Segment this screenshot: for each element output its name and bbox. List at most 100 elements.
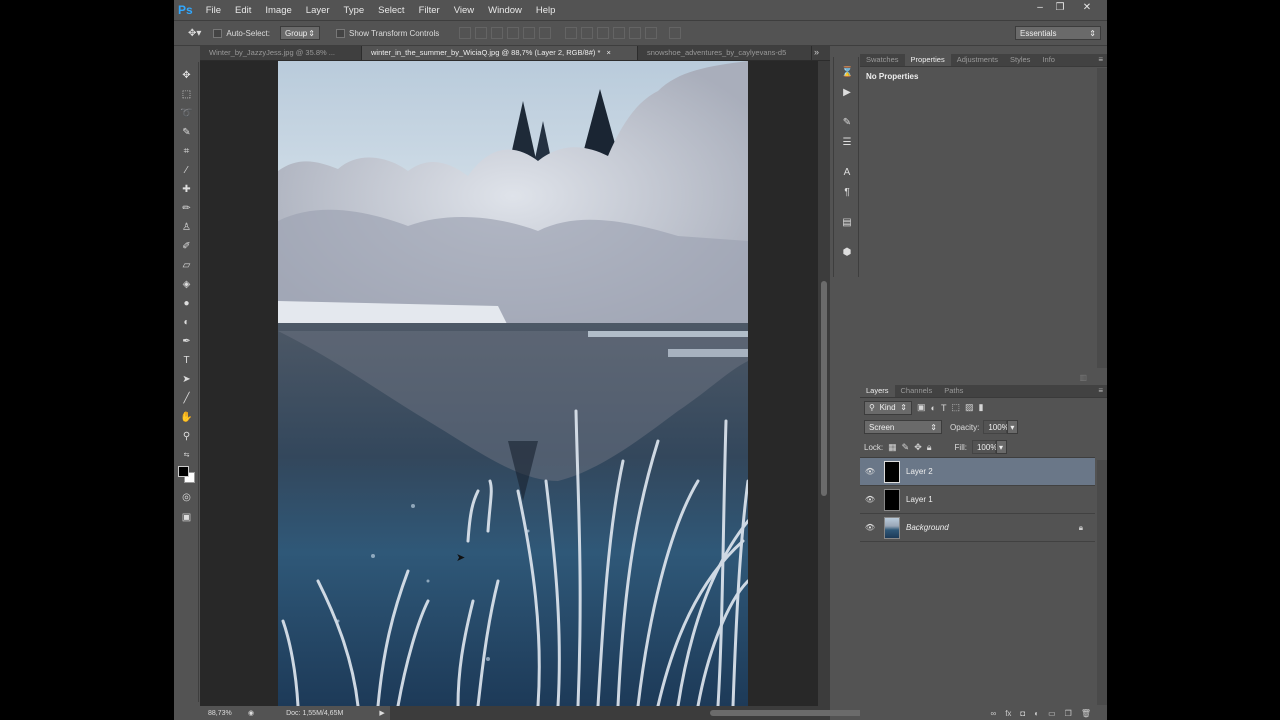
- panel-scrollbar[interactable]: [1097, 68, 1107, 368]
- document-workspace[interactable]: ➤: [200, 61, 830, 706]
- layer-name[interactable]: Background: [906, 523, 949, 532]
- menu-edit[interactable]: Edit: [228, 5, 258, 16]
- distribute-bottom-icon[interactable]: [597, 27, 610, 39]
- menu-image[interactable]: Image: [258, 5, 298, 16]
- clone-stamp-tool-icon[interactable]: ♙: [179, 220, 194, 235]
- paint-bucket-tool-icon[interactable]: ◈: [179, 277, 194, 292]
- menu-view[interactable]: View: [447, 5, 481, 16]
- tab-snowshoe-adventures[interactable]: snowshoe_adventures_by_caylyevans-d5: [638, 46, 812, 60]
- layer-row-layer-1[interactable]: 👁︎ Layer 1: [860, 486, 1095, 514]
- history-brush-tool-icon[interactable]: ✐: [179, 239, 194, 254]
- tab-properties[interactable]: Properties: [904, 53, 951, 66]
- tab-winter-in-the-summer[interactable]: winter_in_the_summer_by_WiciaQ.jpg @ 88,…: [362, 46, 638, 60]
- distribute-hcenter-icon[interactable]: [629, 27, 642, 39]
- auto-align-icon[interactable]: [669, 27, 682, 39]
- screen-mode-icon[interactable]: ▣: [179, 510, 194, 525]
- pen-tool-icon[interactable]: ✒: [179, 334, 194, 349]
- align-bottom-icon[interactable]: [491, 27, 504, 39]
- distribute-right-icon[interactable]: [645, 27, 658, 39]
- tab-overflow-icon[interactable]: »: [812, 46, 819, 60]
- tab-close-icon[interactable]: ×: [606, 48, 610, 57]
- move-tool-icon[interactable]: ✥: [179, 68, 194, 83]
- canvas-image[interactable]: [278, 61, 748, 706]
- minimize-button[interactable]: –: [1031, 2, 1049, 13]
- distribute-top-icon[interactable]: [565, 27, 578, 39]
- filter-smart-object-icon[interactable]: ▨: [965, 402, 974, 413]
- visibility-eye-icon[interactable]: 👁︎: [860, 523, 880, 532]
- new-layer-icon[interactable]: ❐: [1065, 709, 1072, 718]
- foreground-color-swatch[interactable]: [178, 466, 189, 477]
- character-icon[interactable]: A: [841, 167, 853, 179]
- panel-menu-icon[interactable]: ≡: [1098, 386, 1107, 397]
- healing-brush-tool-icon[interactable]: ✚: [179, 182, 194, 197]
- fill-arrow-icon[interactable]: ▾: [995, 440, 1007, 454]
- align-vcenter-icon[interactable]: [475, 27, 488, 39]
- filter-toggle-icon[interactable]: ▮: [978, 402, 983, 413]
- panel-menu-icon[interactable]: ≡: [1098, 55, 1107, 66]
- swap-colors-icon[interactable]: ⇆: [179, 448, 194, 463]
- tab-paths[interactable]: Paths: [938, 386, 969, 397]
- filter-adjustment-icon[interactable]: ◐: [931, 403, 936, 413]
- menu-help[interactable]: Help: [529, 5, 563, 16]
- new-group-icon[interactable]: ▭: [1048, 709, 1056, 718]
- lock-position-icon[interactable]: ✥: [914, 442, 922, 453]
- menu-filter[interactable]: Filter: [412, 5, 447, 16]
- lock-icon[interactable]: 🔒︎: [1079, 523, 1083, 533]
- align-right-icon[interactable]: [539, 27, 552, 39]
- history-icon[interactable]: ⌛: [841, 67, 853, 79]
- menu-window[interactable]: Window: [481, 5, 529, 16]
- visibility-eye-icon[interactable]: 👁︎: [860, 467, 880, 476]
- tab-styles[interactable]: Styles: [1004, 55, 1036, 66]
- link-layers-icon[interactable]: ∞: [990, 709, 996, 718]
- tab-info[interactable]: Info: [1036, 55, 1061, 66]
- layer-style-fx-icon[interactable]: fx: [1005, 709, 1011, 718]
- filter-pixel-icon[interactable]: ▣: [917, 402, 926, 413]
- workspace-dropdown[interactable]: Essentials ⇕: [1015, 26, 1101, 40]
- add-mask-icon[interactable]: ◘: [1020, 709, 1025, 718]
- scroll-thumb[interactable]: [710, 710, 870, 716]
- tool-presets-icon[interactable]: ▤: [841, 217, 853, 229]
- brush-settings-icon[interactable]: ☰: [841, 137, 853, 149]
- brush-tool-icon[interactable]: ✏: [179, 201, 194, 216]
- tab-winter-jazzyjess[interactable]: Winter_by_JazzyJess.jpg @ 35.8% ...: [200, 46, 362, 60]
- tab-swatches[interactable]: Swatches: [860, 55, 905, 66]
- menu-file[interactable]: File: [199, 5, 228, 16]
- auto-select-dropdown[interactable]: Group ⇕: [279, 26, 320, 40]
- align-left-icon[interactable]: [507, 27, 520, 39]
- vertical-scrollbar[interactable]: [818, 61, 830, 706]
- brush-presets-icon[interactable]: ✎: [841, 117, 853, 129]
- visibility-eye-icon[interactable]: 👁︎: [860, 495, 880, 504]
- lock-image-icon[interactable]: ✎: [902, 442, 910, 453]
- distribute-vcenter-icon[interactable]: [581, 27, 594, 39]
- menu-select[interactable]: Select: [371, 5, 411, 16]
- close-window-button[interactable]: ✕: [1078, 2, 1096, 13]
- marquee-tool-icon[interactable]: ⬚: [179, 87, 194, 102]
- filter-shape-icon[interactable]: ⬚: [951, 402, 960, 413]
- layers-scrollbar[interactable]: [1097, 460, 1107, 705]
- zoom-tool-icon[interactable]: ⚲: [179, 429, 194, 444]
- layer-name[interactable]: Layer 1: [906, 495, 933, 504]
- hand-tool-icon[interactable]: ✋: [179, 410, 194, 425]
- layer-name[interactable]: Layer 2: [906, 467, 933, 476]
- scroll-thumb[interactable]: [821, 281, 827, 496]
- eyedropper-tool-icon[interactable]: ⁄: [179, 163, 194, 178]
- restore-button[interactable]: ❐: [1051, 2, 1069, 13]
- distribute-left-icon[interactable]: [613, 27, 626, 39]
- type-tool-icon[interactable]: T: [179, 353, 194, 368]
- menu-type[interactable]: Type: [337, 5, 372, 16]
- quick-select-tool-icon[interactable]: ✎: [179, 125, 194, 140]
- trash-icon[interactable]: ▥: [1079, 373, 1087, 382]
- blur-tool-icon[interactable]: ●: [179, 296, 194, 311]
- filter-kind-dropdown[interactable]: ⚲ Kind ⇕: [864, 400, 912, 415]
- lock-all-icon[interactable]: 🔒︎: [927, 442, 932, 453]
- blend-mode-dropdown[interactable]: Screen ⇕: [864, 420, 942, 434]
- path-selection-tool-icon[interactable]: ➤: [179, 372, 194, 387]
- transform-controls-checkbox[interactable]: [335, 28, 349, 39]
- layer-row-background[interactable]: 👁︎ Background 🔒︎: [860, 514, 1095, 542]
- align-top-icon[interactable]: [459, 27, 472, 39]
- layer-row-layer-2[interactable]: 👁︎ Layer 2: [860, 458, 1095, 486]
- paragraph-icon[interactable]: ¶: [841, 187, 853, 199]
- status-preview-icon[interactable]: ◉: [248, 709, 254, 717]
- lasso-tool-icon[interactable]: ➰: [179, 106, 194, 121]
- horizontal-scrollbar[interactable]: [390, 706, 870, 720]
